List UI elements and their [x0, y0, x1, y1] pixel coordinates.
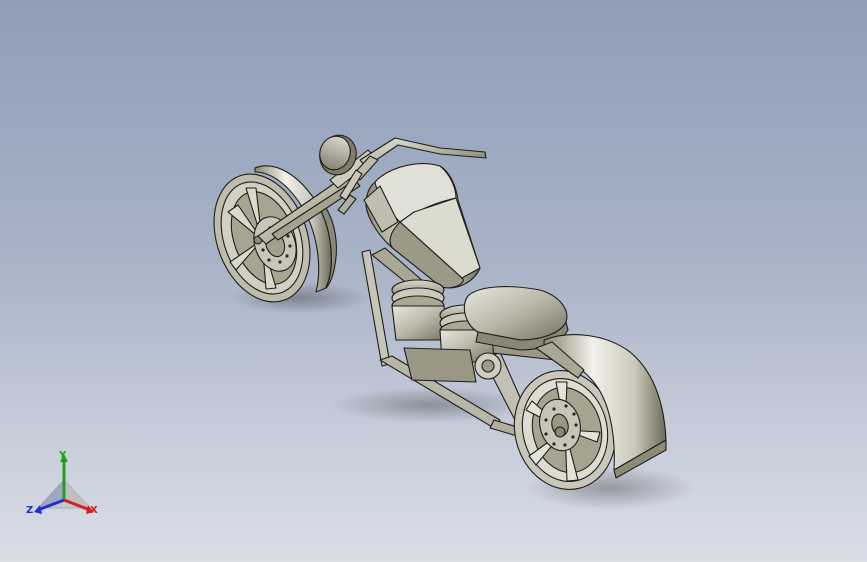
triad-x-label: X — [90, 505, 98, 516]
motorcycle-3d-model[interactable] — [0, 0, 867, 562]
triad-y-label: Y — [59, 450, 67, 461]
graphics-viewport[interactable]: X Y Z — [0, 0, 867, 562]
frame-shadow — [330, 387, 530, 423]
triad-z-label: Z — [26, 505, 34, 516]
fuel-tank[interactable] — [363, 163, 481, 289]
view-orientation-triad[interactable]: X Y Z — [24, 448, 108, 524]
